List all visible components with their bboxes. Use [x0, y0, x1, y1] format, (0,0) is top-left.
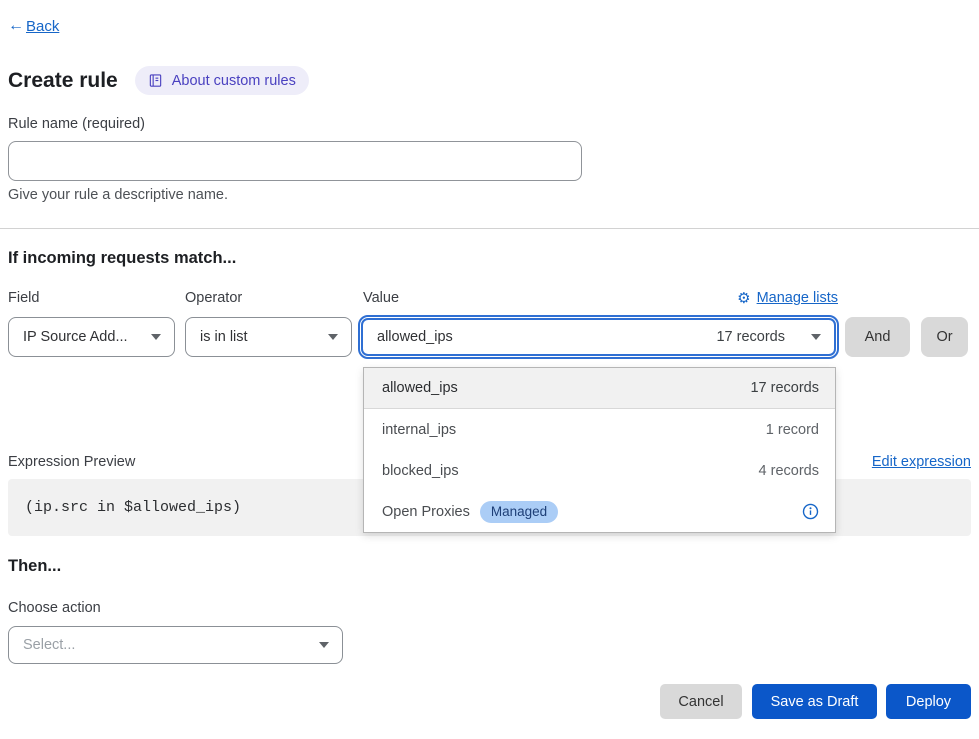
- value-select[interactable]: allowed_ips 17 records: [361, 318, 836, 356]
- field-select-value: IP Source Add...: [23, 329, 151, 345]
- manage-lists-label: Manage lists: [757, 290, 838, 306]
- chevron-down-icon: [328, 334, 338, 340]
- operator-label: Operator: [185, 290, 242, 306]
- chevron-down-icon: [151, 334, 161, 340]
- create-rule-page: ← Back Create rule About custom rules Ru…: [0, 0, 979, 739]
- list-item-blocked-ips[interactable]: blocked_ips 4 records: [364, 450, 835, 491]
- action-select[interactable]: Select...: [8, 626, 343, 664]
- list-item-record-count: 1 record: [766, 422, 819, 438]
- book-icon: [148, 73, 163, 88]
- list-item-name: internal_ips: [382, 422, 456, 438]
- or-button[interactable]: Or: [921, 317, 968, 357]
- managed-badge: Managed: [480, 501, 558, 523]
- list-item-name: allowed_ips: [382, 380, 458, 396]
- match-section-heading: If incoming requests match...: [8, 249, 236, 268]
- then-section-heading: Then...: [8, 557, 61, 576]
- save-as-draft-button[interactable]: Save as Draft: [752, 684, 877, 719]
- list-item-internal-ips[interactable]: internal_ips 1 record: [364, 409, 835, 450]
- field-label: Field: [8, 290, 39, 306]
- list-item-record-count: 17 records: [750, 380, 819, 396]
- rule-name-input[interactable]: [8, 141, 582, 181]
- chevron-down-icon: [811, 334, 821, 340]
- field-select[interactable]: IP Source Add...: [8, 317, 175, 357]
- value-select-record-count: 17 records: [716, 329, 785, 345]
- list-item-record-count: 4 records: [759, 463, 819, 479]
- rule-name-helper-text: Give your rule a descriptive name.: [8, 187, 228, 203]
- back-link[interactable]: ← Back: [8, 17, 59, 35]
- manage-lists-link[interactable]: ⚙ Manage lists: [737, 290, 838, 306]
- list-dropdown-panel: allowed_ips 17 records internal_ips 1 re…: [363, 367, 836, 533]
- title-row: Create rule About custom rules: [8, 66, 309, 95]
- page-title: Create rule: [8, 69, 118, 93]
- about-custom-rules-label: About custom rules: [172, 73, 296, 89]
- deploy-button[interactable]: Deploy: [886, 684, 971, 719]
- section-divider: [0, 228, 979, 229]
- action-select-placeholder: Select...: [23, 637, 319, 653]
- list-item-open-proxies[interactable]: Open Proxies Managed: [364, 491, 835, 532]
- list-item-name: Open Proxies: [382, 504, 470, 520]
- edit-expression-link[interactable]: Edit expression: [872, 454, 971, 470]
- chevron-down-icon: [319, 642, 329, 648]
- info-icon[interactable]: [802, 503, 819, 520]
- operator-select-value: is in list: [200, 329, 328, 345]
- back-arrow-icon: ←: [8, 17, 24, 35]
- about-custom-rules-link[interactable]: About custom rules: [135, 66, 309, 95]
- expression-preview-label: Expression Preview: [8, 454, 135, 470]
- value-select-selected: allowed_ips: [377, 329, 704, 345]
- rule-name-label: Rule name (required): [8, 116, 145, 132]
- back-link-label: Back: [26, 18, 59, 35]
- operator-select[interactable]: is in list: [185, 317, 352, 357]
- choose-action-label: Choose action: [8, 600, 101, 616]
- value-label: Value: [363, 290, 399, 306]
- list-item-name: blocked_ips: [382, 463, 459, 479]
- cancel-button[interactable]: Cancel: [660, 684, 742, 719]
- gear-icon: ⚙: [737, 291, 750, 306]
- and-button[interactable]: And: [845, 317, 910, 357]
- list-item-allowed-ips[interactable]: allowed_ips 17 records: [364, 368, 835, 409]
